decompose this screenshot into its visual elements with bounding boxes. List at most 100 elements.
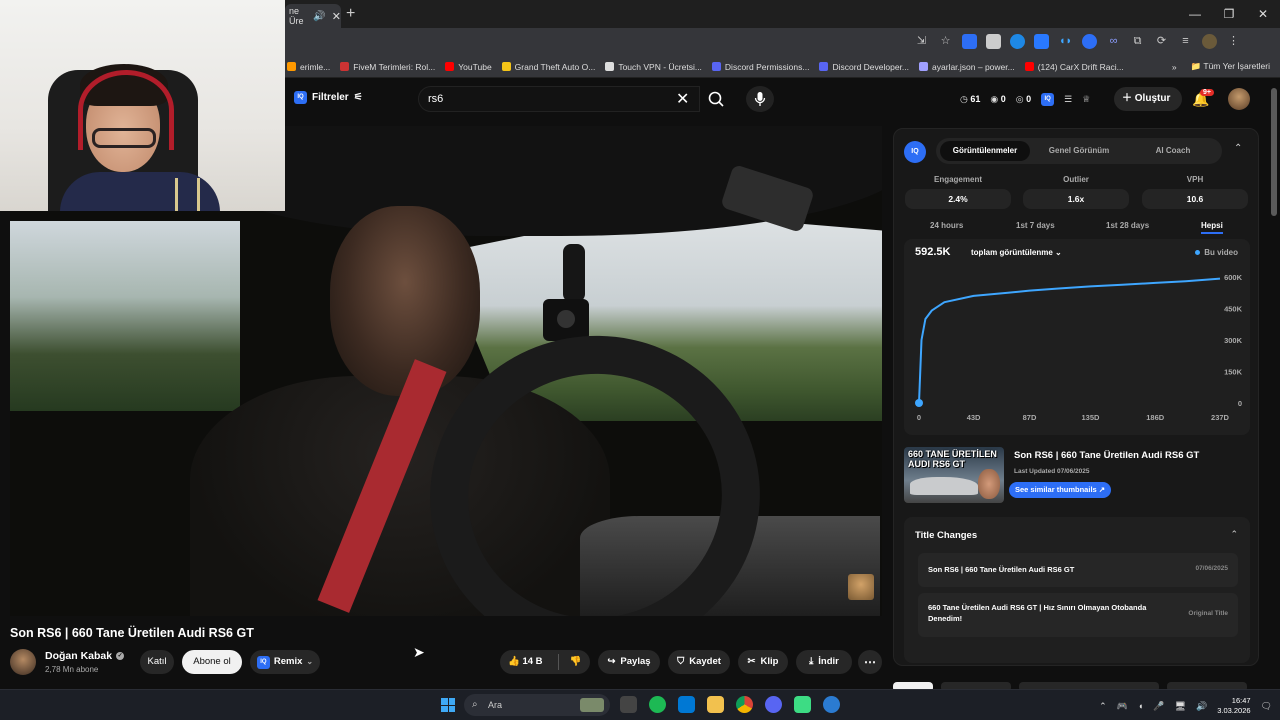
chrome-icon[interactable]: [736, 696, 753, 713]
more-bookmarks-icon[interactable]: »: [1172, 62, 1177, 72]
file-explorer-icon[interactable]: [707, 696, 724, 713]
taskbar-apps: [620, 696, 840, 713]
tab-ai-coach[interactable]: AI Coach: [1128, 141, 1218, 161]
iq-ext-icon[interactable]: IQ: [1041, 93, 1055, 106]
dislike-icon[interactable]: 👎: [570, 650, 582, 674]
profile-icon[interactable]: [1202, 34, 1217, 49]
vscode-icon[interactable]: [678, 696, 695, 713]
notification-count-badge: 9+: [1200, 89, 1214, 96]
search-button[interactable]: [702, 86, 730, 112]
new-tab-icon[interactable]: +: [346, 5, 355, 23]
bookmark-item[interactable]: Discord Permissions...: [711, 62, 809, 72]
period-all[interactable]: Hepsi: [1201, 221, 1223, 234]
extensions-puzzle-icon[interactable]: ⧉: [1130, 34, 1145, 49]
trophy-icon[interactable]: ♕: [1082, 94, 1090, 105]
subscribe-button[interactable]: Abone ol: [182, 650, 242, 674]
list-icon[interactable]: ☰: [1064, 94, 1072, 105]
extension-icon-1[interactable]: [962, 34, 977, 49]
create-label: Oluştur: [1134, 93, 1171, 104]
video-side-window: [10, 221, 240, 411]
install-icon[interactable]: ⇲: [914, 34, 929, 49]
y-tick-label: 150K: [1224, 368, 1243, 377]
clear-search-icon[interactable]: ✕: [676, 89, 689, 109]
extension-icon-7[interactable]: ∞: [1106, 34, 1121, 49]
metric-value-vph: 10.6: [1142, 189, 1248, 209]
see-similar-thumbnails-button[interactable]: See similar thumbnails ↗: [1009, 482, 1112, 498]
bookmark-item[interactable]: Touch VPN - Ücretsi...: [605, 62, 702, 72]
extension-icon-5[interactable]: ◖◗: [1058, 34, 1073, 49]
tray-discord-icon[interactable]: ◖: [1138, 701, 1143, 711]
search-input[interactable]: rs6: [418, 86, 700, 112]
clock[interactable]: 16:47 3.03.2026: [1217, 696, 1250, 716]
tray-volume-icon[interactable]: 🔊: [1196, 701, 1207, 712]
page-scrollbar[interactable]: [1271, 88, 1277, 216]
bookmark-item[interactable]: (124) CarX Drift Raci...: [1024, 62, 1124, 72]
notification-center-icon[interactable]: 🗨: [1261, 701, 1272, 712]
panel-tabs: Görüntülenmeler Genel Görünüm AI Coach: [936, 138, 1222, 164]
video-thumbnail[interactable]: 660 TANE ÜRETİLEN AUDI RS6 GT: [904, 447, 1004, 503]
period-28d[interactable]: 1st 28 days: [1106, 221, 1149, 230]
browser-tab-active[interactable]: ne Üre 🔊 ✕: [285, 4, 341, 28]
join-button[interactable]: Katıl: [140, 650, 174, 674]
bookmark-favicon-icon: [1024, 62, 1034, 71]
extension-icon-4[interactable]: [1034, 34, 1049, 49]
period-7d[interactable]: 1st 7 days: [1016, 221, 1055, 230]
menu-lines-icon[interactable]: ≡: [1178, 34, 1193, 49]
spotify-icon[interactable]: [649, 696, 666, 713]
title-change-row: 660 Tane Üretilen Audi RS6 GT | Hız Sını…: [918, 593, 1238, 637]
tray-network-icon[interactable]: 🖥: [1175, 701, 1186, 712]
taskbar-search[interactable]: ⌕ Ara: [464, 694, 610, 716]
bookmark-label: FiveM Terimleri: Rol...: [353, 61, 436, 72]
clip-button[interactable]: ✂ Klip: [738, 650, 788, 674]
browser-menu-icon[interactable]: ⋮: [1226, 34, 1241, 49]
sync-icon[interactable]: ⟳: [1154, 34, 1169, 49]
bookmark-item[interactable]: Discord Developer...: [819, 62, 909, 72]
like-button[interactable]: 👍 14 B: [508, 650, 543, 674]
tab-views[interactable]: Görüntülenmeler: [940, 141, 1030, 161]
minimize-icon[interactable]: —: [1178, 0, 1212, 28]
account-avatar[interactable]: [1228, 88, 1250, 110]
tray-mic-icon[interactable]: 🎤: [1153, 701, 1164, 712]
discord-icon[interactable]: [765, 696, 782, 713]
title-changes-collapse-icon[interactable]: ⌃: [1230, 529, 1238, 540]
extension-icon-3[interactable]: [1010, 34, 1025, 49]
channel-name[interactable]: Doğan Kabak ✓: [45, 650, 125, 662]
bookmark-item[interactable]: YouTube: [445, 62, 492, 72]
app-icon[interactable]: [823, 696, 840, 713]
voice-search-button[interactable]: [746, 86, 774, 112]
bookmark-item[interactable]: ayarlar.json – power...: [919, 62, 1015, 72]
period-24h[interactable]: 24 hours: [930, 221, 963, 230]
external-link-icon: ↗: [1098, 485, 1106, 494]
download-button[interactable]: ⤓ İndir: [796, 650, 852, 674]
share-button[interactable]: ↪ Paylaş: [598, 650, 660, 674]
tray-chevron-icon[interactable]: ⌃: [1099, 701, 1107, 712]
extension-icon-2[interactable]: [986, 34, 1001, 49]
bookmark-item[interactable]: erimle...: [287, 62, 330, 72]
panel-collapse-icon[interactable]: ⌃: [1234, 143, 1242, 154]
filters-button[interactable]: IQ Filtreler ⚟: [294, 91, 363, 104]
more-actions-icon[interactable]: ⋯: [858, 650, 882, 674]
create-button[interactable]: ＋ Oluştur: [1114, 87, 1183, 111]
window-close-icon[interactable]: ✕: [1246, 0, 1280, 28]
x-tick-label: 135D: [1081, 413, 1100, 422]
clock-date: 3.03.2026: [1217, 706, 1251, 715]
android-app-icon[interactable]: [794, 696, 811, 713]
bookmark-item[interactable]: FiveM Terimleri: Rol...: [340, 62, 435, 72]
channel-avatar[interactable]: [10, 649, 36, 675]
bookmark-star-icon[interactable]: ☆: [938, 34, 953, 49]
save-button[interactable]: ⛉ Kaydet: [668, 650, 730, 674]
tab-audio-icon[interactable]: 🔊: [313, 11, 325, 22]
bookmark-item[interactable]: Grand Theft Auto O...: [501, 62, 595, 72]
channel-watermark-icon[interactable]: [848, 574, 874, 600]
tab-overview[interactable]: Genel Görünüm: [1034, 141, 1124, 161]
extension-icon-6[interactable]: [1082, 34, 1097, 49]
windows-start-icon[interactable]: [441, 698, 455, 712]
remix-button[interactable]: IQ Remix ⌄: [250, 650, 320, 674]
tray-gamepad-icon[interactable]: 🎮: [1117, 701, 1128, 712]
tab-close-icon[interactable]: ✕: [332, 10, 341, 23]
views-series-line: [918, 277, 1221, 404]
task-view-icon[interactable]: [620, 696, 637, 713]
restore-icon[interactable]: ❐: [1212, 0, 1246, 28]
all-bookmarks-folder[interactable]: 📁 Tüm Yer İşaretleri: [1191, 61, 1270, 72]
header-stats: ◷ 61 ◉ 0 ◎ 0 IQ ☰ ♕: [960, 93, 1090, 106]
